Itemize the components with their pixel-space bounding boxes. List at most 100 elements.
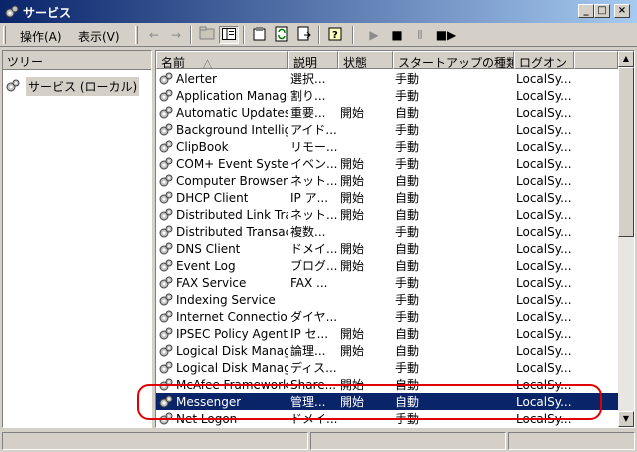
service-startup-type: 自動 bbox=[395, 395, 420, 409]
properties-button[interactable] bbox=[250, 26, 270, 44]
maximize-button[interactable]: □ bbox=[594, 4, 610, 18]
service-description: ドメイ... bbox=[290, 412, 338, 426]
minimize-button[interactable]: _ bbox=[578, 4, 594, 18]
service-logon: LocalSy... bbox=[516, 394, 572, 409]
service-row[interactable]: Background Intellig...アイド... 手動 LocalSy... bbox=[156, 121, 618, 138]
service-logon: LocalSy... bbox=[516, 122, 572, 137]
service-row[interactable]: Automatic Updates 重要... 開始 自動 LocalSy... bbox=[156, 104, 618, 121]
menu-view[interactable]: 表示(V) bbox=[78, 28, 120, 45]
column-header-startup-type[interactable]: スタートアップの種類 bbox=[393, 51, 514, 69]
service-row[interactable]: Distributed Link Tra...ネット...開始 自動 LocalSy… bbox=[156, 206, 618, 223]
service-row[interactable]: Distributed Transac...複数... 手動 LocalSy... bbox=[156, 223, 618, 240]
export-list-button[interactable] bbox=[294, 26, 314, 44]
status-bar bbox=[0, 430, 637, 452]
service-name-cell: Logical Disk Manag... bbox=[156, 360, 288, 376]
gear-icon bbox=[159, 174, 173, 186]
service-logon: LocalSy... bbox=[516, 105, 572, 120]
service-status: 開始 bbox=[340, 327, 365, 341]
service-row[interactable]: DNS Client ドメイ... 開始 自動 LocalSy... bbox=[156, 240, 618, 257]
service-row[interactable]: IPSEC Policy Agent IP セ... 開始 自動 LocalSy... bbox=[156, 325, 618, 342]
vertical-scrollbar[interactable]: ▲ ▼ bbox=[618, 51, 634, 427]
service-name: Distributed Transac... bbox=[176, 224, 288, 239]
forward-button[interactable]: → bbox=[166, 26, 186, 44]
back-button[interactable]: ← bbox=[144, 26, 164, 44]
toolbar: 操作(A) 表示(V) ← → ? ▶ ■ Ⅱ ■▶ bbox=[0, 23, 637, 47]
service-name-cell: Distributed Link Tra... bbox=[156, 207, 288, 223]
toolbar-separator bbox=[190, 26, 192, 44]
service-description: Share... bbox=[290, 377, 337, 392]
service-startup-type: 自動 bbox=[395, 242, 420, 256]
scroll-up-button[interactable]: ▲ bbox=[618, 51, 634, 67]
service-name-cell: FAX Service bbox=[156, 275, 288, 291]
service-name: COM+ Event System bbox=[176, 156, 288, 171]
gear-icon bbox=[159, 378, 173, 390]
service-startup-type: 自動 bbox=[395, 259, 420, 273]
service-status: 開始 bbox=[340, 242, 365, 256]
service-name-cell: COM+ Event System bbox=[156, 156, 288, 172]
help-button[interactable]: ? bbox=[326, 26, 346, 44]
service-row[interactable]: DHCP Client IP ア... 開始 自動 LocalSy... bbox=[156, 189, 618, 206]
service-name: Logical Disk Manag... bbox=[176, 360, 288, 375]
service-description: 選択... bbox=[290, 72, 326, 86]
service-logon: LocalSy... bbox=[516, 139, 572, 154]
service-row[interactable]: ClipBook リモー... 手動 LocalSy... bbox=[156, 138, 618, 155]
service-row[interactable]: COM+ Event Systemイベン...開始 手動 LocalSy... bbox=[156, 155, 618, 172]
stop-service-button[interactable]: ■ bbox=[387, 26, 407, 44]
restart-service-button[interactable]: ■▶ bbox=[433, 26, 459, 44]
close-button[interactable]: × bbox=[614, 4, 630, 18]
service-row[interactable]: Event Log ブログ... 開始 自動 LocalSy... bbox=[156, 257, 618, 274]
service-status: 開始 bbox=[340, 191, 365, 205]
service-logon: LocalSy... bbox=[516, 88, 572, 103]
service-row[interactable]: Logical Disk Manag...論理... 開始 自動 LocalSy... bbox=[156, 342, 618, 359]
tree-item-services-local[interactable]: サービス (ローカル) bbox=[5, 76, 140, 96]
service-description: 複数... bbox=[290, 225, 326, 239]
service-startup-type: 手動 bbox=[395, 89, 420, 103]
toolbar-separator bbox=[352, 26, 354, 44]
gear-icon bbox=[159, 361, 173, 373]
column-header-name[interactable]: 名前 △ bbox=[156, 51, 288, 69]
service-row[interactable]: Indexing Service 手動 LocalSy... bbox=[156, 291, 618, 308]
gear-icon bbox=[159, 72, 173, 84]
tree-header: ツリー bbox=[3, 51, 151, 70]
service-row[interactable]: Net Logon ドメイ... 手動 LocalSy... bbox=[156, 410, 618, 427]
service-name-cell: Alerter bbox=[156, 71, 288, 87]
service-row[interactable]: Logical Disk Manag...ディス... 手動 LocalSy... bbox=[156, 359, 618, 376]
service-name-cell: Application Manage... bbox=[156, 88, 288, 104]
show-tree-button[interactable] bbox=[219, 26, 239, 44]
service-description: ネット... bbox=[290, 208, 338, 222]
service-description: IP セ... bbox=[290, 327, 329, 341]
column-header-description[interactable]: 説明 bbox=[288, 51, 338, 69]
service-row[interactable]: Application Manage...割り... 手動 LocalSy... bbox=[156, 87, 618, 104]
column-header-logon[interactable]: ログオン bbox=[514, 51, 574, 69]
service-startup-type: 自動 bbox=[395, 208, 420, 222]
toolbar-grip[interactable] bbox=[3, 26, 6, 44]
scroll-down-button[interactable]: ▼ bbox=[618, 411, 634, 427]
gear-icon bbox=[6, 79, 20, 92]
column-header-status[interactable]: 状態 bbox=[338, 51, 393, 69]
menu-action[interactable]: 操作(A) bbox=[20, 28, 62, 45]
service-row[interactable]: Computer Browser ネット... 開始 自動 LocalSy... bbox=[156, 172, 618, 189]
service-description: FAX ... bbox=[290, 275, 328, 290]
service-name-cell: IPSEC Policy Agent bbox=[156, 326, 288, 342]
column-header-filler bbox=[574, 51, 618, 69]
service-row[interactable]: McAfee Framework...Share...開始 自動 LocalSy..… bbox=[156, 376, 618, 393]
service-description: 重要... bbox=[290, 106, 326, 120]
gear-icon bbox=[159, 191, 173, 203]
service-name: ClipBook bbox=[176, 139, 229, 154]
service-row[interactable]: Messenger 管理... 開始 自動 LocalSy... bbox=[156, 393, 618, 410]
gear-icon bbox=[159, 327, 173, 339]
service-description: ブログ... bbox=[290, 259, 338, 273]
service-name-cell: Messenger bbox=[156, 394, 288, 410]
service-row[interactable]: Alerter 選択... 手動 LocalSy... bbox=[156, 70, 618, 87]
service-startup-type: 手動 bbox=[395, 225, 420, 239]
scroll-thumb[interactable] bbox=[618, 67, 634, 237]
up-folder-button[interactable] bbox=[197, 26, 217, 44]
service-logon: LocalSy... bbox=[516, 309, 572, 324]
toolbar-grip[interactable] bbox=[135, 26, 138, 44]
service-row[interactable]: FAX Service FAX ... 手動 LocalSy... bbox=[156, 274, 618, 291]
start-service-button[interactable]: ▶ bbox=[364, 26, 384, 44]
gear-icon bbox=[159, 123, 173, 135]
pause-service-button[interactable]: Ⅱ bbox=[410, 26, 430, 44]
service-row[interactable]: Internet Connection...ダイヤ... 手動 LocalSy... bbox=[156, 308, 618, 325]
refresh-button[interactable] bbox=[272, 26, 292, 44]
